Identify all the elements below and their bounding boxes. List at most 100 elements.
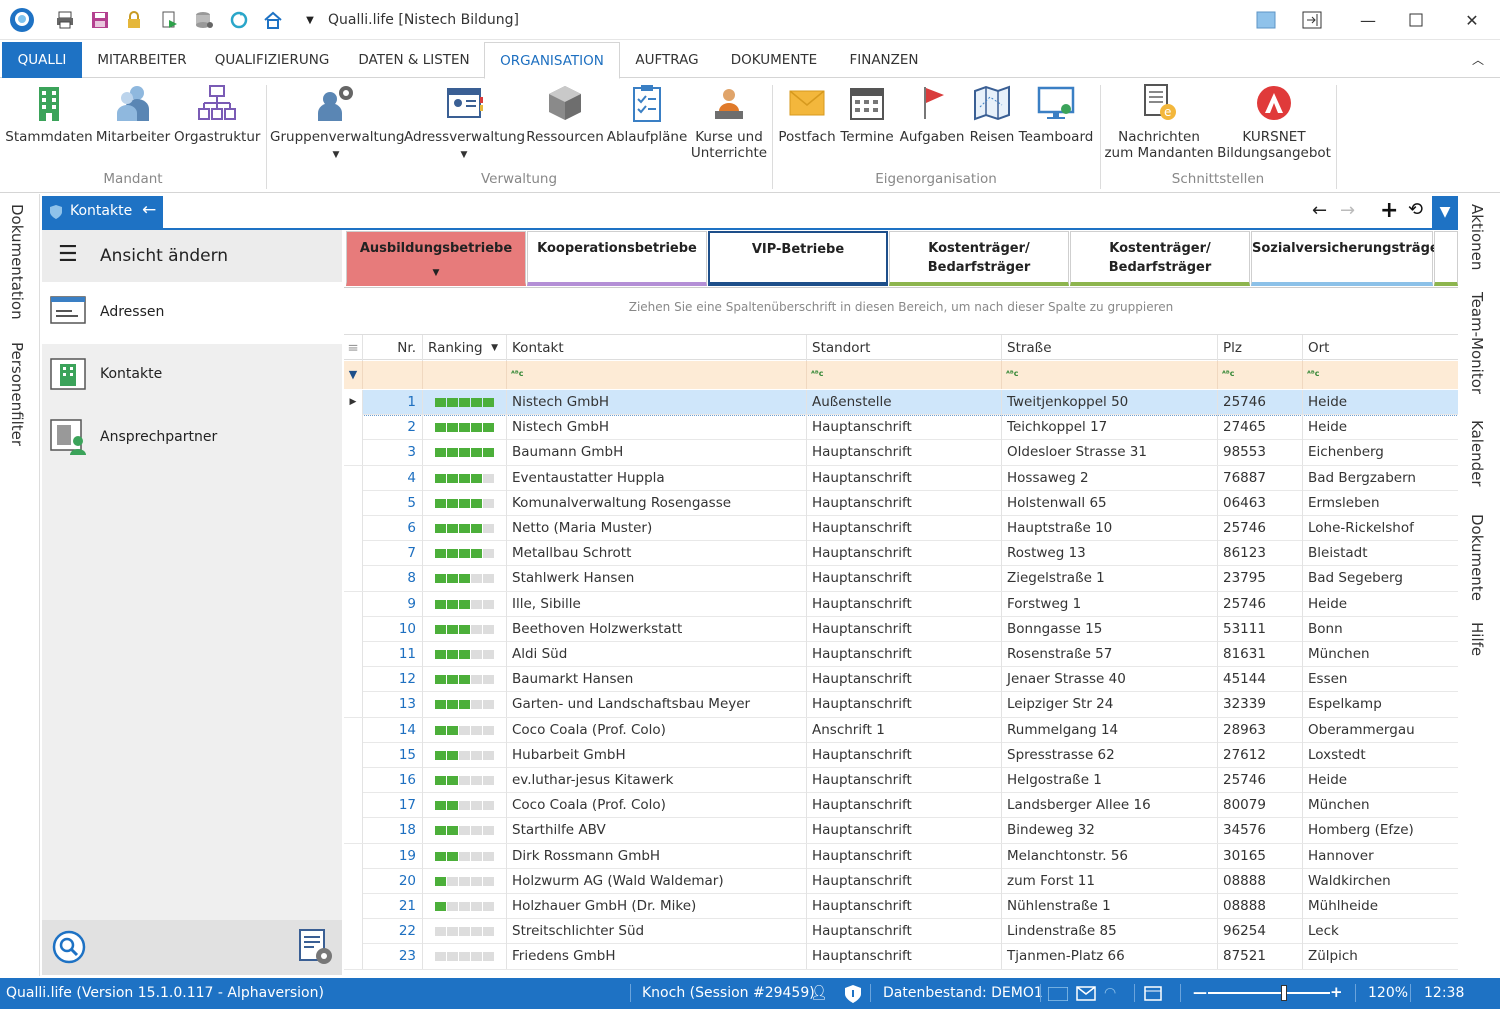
tile-dropdown-icon[interactable]: ▼ [347, 264, 525, 283]
adressverwaltung-button[interactable]: Adressverwaltung ▼ [404, 83, 525, 163]
table-row[interactable]: 3 Baumann GmbH Hauptanschrift Oldesloer Str… [344, 440, 1458, 466]
cell-kontakt[interactable]: Holzwurm AG (Wald Waldemar) [506, 868, 806, 894]
table-row[interactable]: 15 Hubarbeit GmbH Hauptanschrift Spresstras… [344, 742, 1458, 768]
ressourcen-button[interactable]: Ressourcen [526, 83, 604, 145]
zoom-out-icon[interactable]: — [1193, 985, 1207, 1001]
side-tab-aktionen[interactable]: Aktionen [1468, 204, 1486, 270]
cell-plz[interactable]: 25746 [1217, 768, 1302, 793]
cell-nr[interactable]: 14 [362, 717, 422, 743]
add-icon[interactable]: + [1380, 198, 1398, 223]
layout-icon[interactable] [1254, 8, 1278, 32]
close-icon[interactable]: ✕ [1460, 8, 1484, 32]
cell-plz[interactable]: 32339 [1217, 692, 1302, 718]
row-indicator[interactable] [344, 768, 362, 793]
cell-standort[interactable]: Außenstelle [806, 390, 1001, 415]
row-indicator[interactable] [344, 717, 362, 743]
category-tile-overflow[interactable] [1434, 231, 1458, 286]
row-indicator[interactable] [344, 667, 362, 693]
column-header-kontakt[interactable]: Kontakt [506, 335, 806, 361]
nav-back-icon[interactable]: ← [1312, 200, 1327, 221]
table-row[interactable]: 9 Ille, Sibille Hauptanschrift Forstweg 1 25… [344, 591, 1458, 617]
cell-plz[interactable]: 30165 [1217, 843, 1302, 869]
cell-plz[interactable]: 25746 [1217, 390, 1302, 415]
kurse-unterrichte-button[interactable]: Kurse und Unterrichte [688, 83, 770, 161]
reisen-button[interactable]: Reisen [966, 83, 1018, 145]
ranking-cell[interactable] [422, 894, 506, 919]
row-indicator[interactable] [344, 692, 362, 718]
layout-grid-icon[interactable] [1144, 986, 1162, 1001]
cell-plz[interactable]: 08888 [1217, 894, 1302, 919]
view-menu-dropdown-icon[interactable]: ▼ [1432, 196, 1458, 228]
quick-access-dropdown-icon[interactable]: ▼ [300, 10, 320, 30]
category-tile[interactable]: VIP-Betriebe [708, 231, 888, 286]
ranking-cell[interactable] [422, 742, 506, 768]
nav-item-adressen[interactable]: Adressen [42, 282, 342, 344]
gruppenverwaltung-button[interactable]: Gruppenverwaltung ▼ [270, 83, 404, 163]
cell-nr[interactable]: 18 [362, 818, 422, 844]
cell-standort[interactable]: Hauptanschrift [806, 768, 1001, 793]
ranking-cell[interactable] [422, 868, 506, 894]
cell-strasse[interactable]: Hossaweg 2 [1001, 465, 1217, 491]
tab-qualli[interactable]: QUALLI [2, 42, 82, 78]
cell-strasse[interactable]: Helgostraße 1 [1001, 768, 1217, 793]
cell-strasse[interactable]: Landsberger Allee 16 [1001, 793, 1217, 819]
user-icon[interactable]: 👤︎ [810, 985, 828, 1001]
tab-auftrag[interactable]: AUFTRAG [626, 42, 708, 78]
column-header-ort[interactable]: Ort [1302, 335, 1458, 361]
row-indicator[interactable] [344, 415, 362, 441]
tab-organisation[interactable]: ORGANISATION [484, 42, 620, 79]
cell-plz[interactable]: 08888 [1217, 868, 1302, 894]
hamburger-menu-icon[interactable]: ☰ [58, 242, 78, 267]
zoom-slider-thumb[interactable] [1281, 985, 1287, 1001]
cell-strasse[interactable]: Forstweg 1 [1001, 591, 1217, 617]
cell-plz[interactable]: 27465 [1217, 415, 1302, 441]
cell-standort[interactable]: Hauptanschrift [806, 667, 1001, 693]
cell-nr[interactable]: 4 [362, 465, 422, 491]
side-tab-personenfilter[interactable]: Personenfilter [8, 342, 26, 446]
row-indicator[interactable] [344, 742, 362, 768]
table-row[interactable]: 18 Starthilfe ABV Hauptanschrift Bindeweg 3… [344, 818, 1458, 844]
table-row[interactable]: 4 Eventaustatter Huppla Hauptanschrift Hoss… [344, 465, 1458, 491]
side-tab-kalender[interactable]: Kalender [1468, 420, 1486, 487]
filter-cell-nr[interactable] [362, 361, 422, 389]
table-row[interactable]: ▶ 1 Nistech GmbH Außenstelle Tweitjenkoppel … [344, 390, 1458, 417]
row-indicator[interactable] [344, 440, 362, 466]
cell-standort[interactable]: Hauptanschrift [806, 440, 1001, 466]
cell-kontakt[interactable]: Netto (Maria Muster) [506, 516, 806, 541]
row-indicator[interactable] [344, 919, 362, 945]
ranking-cell[interactable] [422, 490, 506, 516]
cell-ort[interactable]: Essen [1302, 667, 1458, 693]
cell-ort[interactable]: Bad Segeberg [1302, 566, 1458, 592]
side-tab-team-monitor[interactable]: Team-Monitor [1468, 292, 1486, 394]
nachrichten-button[interactable]: e Nachrichten zum Mandanten [1104, 83, 1214, 161]
cell-kontakt[interactable]: Komunalverwaltung Rosengasse [506, 490, 806, 516]
cell-nr[interactable]: 22 [362, 919, 422, 945]
cell-strasse[interactable]: Bindeweg 32 [1001, 818, 1217, 844]
cell-standort[interactable]: Hauptanschrift [806, 591, 1001, 617]
kursnet-button[interactable]: KURSNET Bildungsangebot [1216, 83, 1332, 161]
document-tab-kontakte[interactable]: Kontakte ← [42, 196, 163, 228]
cell-standort[interactable]: Hauptanschrift [806, 843, 1001, 869]
cell-strasse[interactable]: Spresstrasse 62 [1001, 742, 1217, 768]
zoom-slider[interactable] [1208, 985, 1330, 1001]
cell-standort[interactable]: Hauptanschrift [806, 919, 1001, 945]
cell-nr[interactable]: 2 [362, 415, 422, 441]
cell-kontakt[interactable]: Aldi Süd [506, 642, 806, 667]
cell-ort[interactable]: München [1302, 793, 1458, 819]
cell-plz[interactable]: 87521 [1217, 944, 1302, 970]
collapse-ribbon-icon[interactable]: ︿ [1466, 42, 1490, 78]
cell-ort[interactable]: Heide [1302, 768, 1458, 793]
cell-standort[interactable]: Hauptanschrift [806, 516, 1001, 541]
cell-standort[interactable]: Hauptanschrift [806, 465, 1001, 491]
nav-header[interactable]: ☰ Ansicht ändern [42, 230, 342, 282]
filter-cell-kontakt[interactable]: ᴬᴮc [506, 361, 806, 389]
tab-qualifizierung[interactable]: QUALIFIZIERUNG [204, 42, 340, 78]
cell-nr[interactable]: 20 [362, 868, 422, 894]
cell-standort[interactable]: Hauptanschrift [806, 818, 1001, 844]
cell-ort[interactable]: Hannover [1302, 843, 1458, 869]
category-tile[interactable]: Kostenträger/ Bedarfsträger [889, 231, 1069, 286]
cell-kontakt[interactable]: Starthilfe ABV [506, 818, 806, 844]
cell-ort[interactable]: Oberammergau [1302, 717, 1458, 743]
cell-nr[interactable]: 6 [362, 516, 422, 541]
cell-standort[interactable]: Hauptanschrift [806, 490, 1001, 516]
